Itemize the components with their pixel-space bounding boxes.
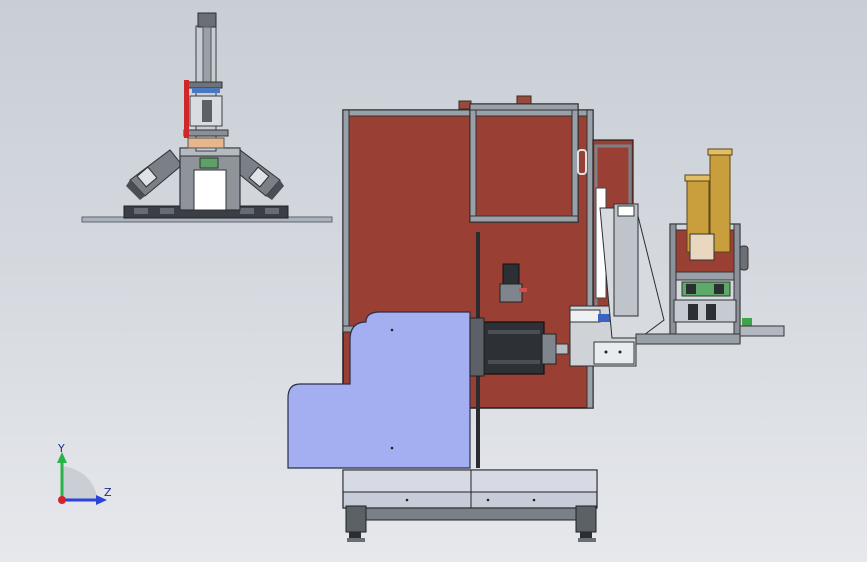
brass-hopper-assembly [669, 148, 785, 343]
machine-model[interactable]: Y Z [0, 0, 867, 562]
main-machine[interactable] [287, 95, 785, 542]
axis-label-z: Z [104, 486, 112, 499]
iso-red-rail [184, 80, 189, 138]
blue-cover [287, 311, 471, 469]
axis-label-y: Y [57, 442, 65, 455]
cad-viewport[interactable]: Y Z [0, 0, 867, 562]
spindle-motor [483, 321, 545, 375]
iso-preview-model[interactable] [81, 12, 333, 223]
origin-marker [58, 496, 66, 504]
axis-triad[interactable]: Y Z [57, 442, 112, 505]
